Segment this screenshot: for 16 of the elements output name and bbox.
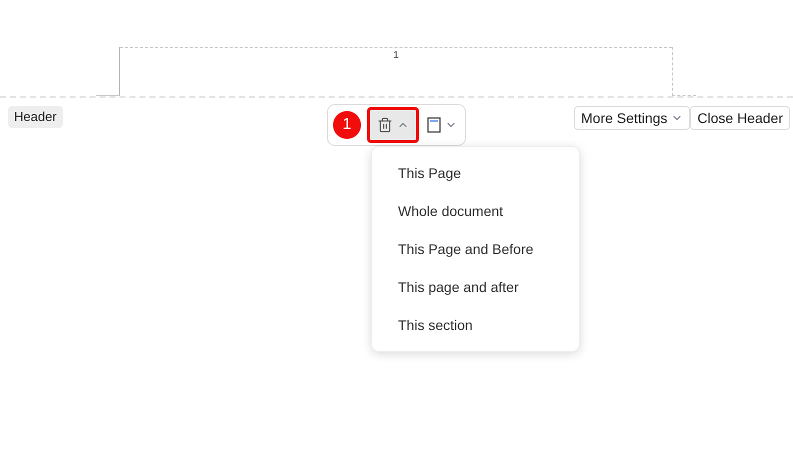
delete-header-button[interactable]	[367, 107, 419, 143]
menu-item[interactable]: This Page and Before	[372, 230, 579, 268]
margin-corner-mark	[672, 47, 696, 96]
menu-item[interactable]: Whole document	[372, 192, 579, 230]
trash-icon	[377, 117, 393, 133]
step-badge: 1	[333, 111, 361, 139]
page-number: 1	[393, 51, 399, 63]
menu-item[interactable]: This Page	[372, 154, 579, 192]
more-settings-button[interactable]: More Settings	[574, 106, 690, 130]
header-area[interactable]: 1	[120, 47, 672, 96]
menu-item[interactable]: This page and after	[372, 268, 579, 306]
close-header-button[interactable]: Close Header	[690, 106, 790, 130]
menu-item[interactable]: This section	[372, 306, 579, 344]
margin-corner-mark	[96, 47, 120, 96]
header-layout-icon	[427, 117, 441, 133]
header-label: Header	[8, 106, 63, 128]
